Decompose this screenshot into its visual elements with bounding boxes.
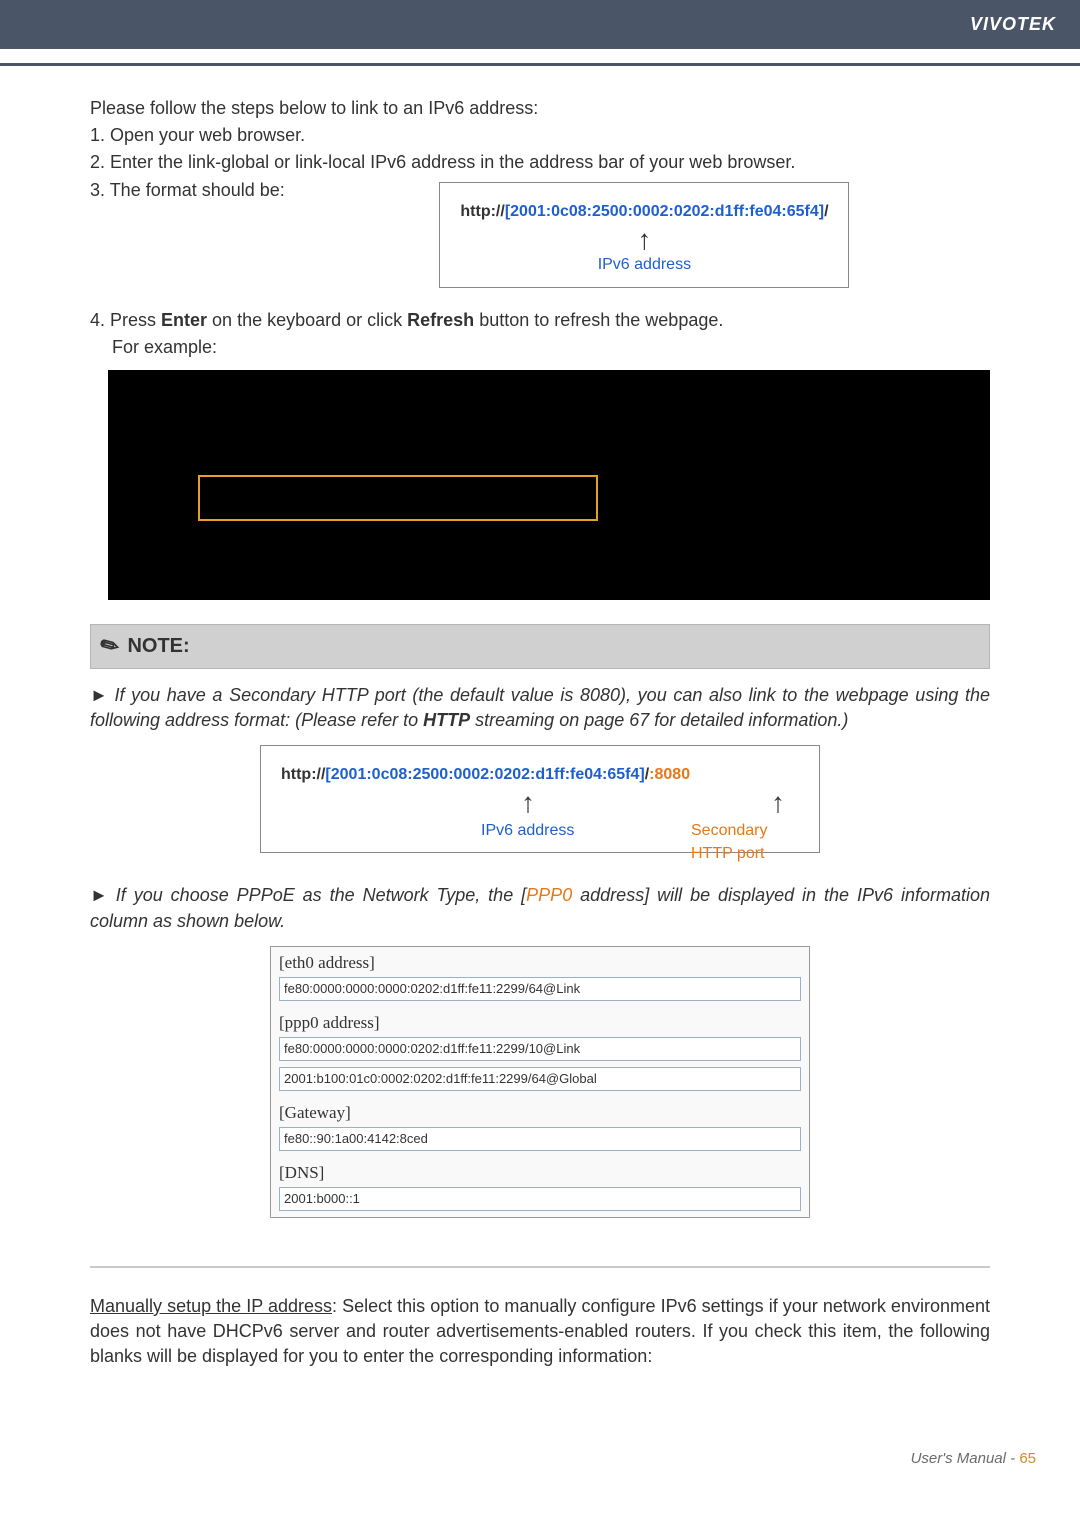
brand-header: VIVOTEK: [0, 0, 1080, 49]
note-paragraph-2: ► If you choose PPPoE as the Network Typ…: [90, 883, 990, 933]
address-bar-highlight: [198, 475, 598, 521]
step-4-example: For example:: [90, 335, 990, 360]
url-diagram-2: http://[2001:0c08:2500:0002:0202:d1ff:fe…: [260, 745, 820, 853]
url1-text: http://[2001:0c08:2500:0002:0202:d1ff:fe…: [460, 201, 828, 223]
url1-label: IPv6 address: [460, 254, 828, 276]
gateway-label: [Gateway]: [271, 1097, 809, 1125]
ppp0-label: [ppp0 address]: [271, 1007, 809, 1035]
arrow-up-icon: ↑: [771, 790, 785, 815]
eth0-value: fe80:0000:0000:0000:0202:d1ff:fe11:2299/…: [279, 977, 801, 1001]
footer-label: User's Manual -: [911, 1450, 1020, 1467]
url1-suffix: /: [824, 203, 828, 220]
gateway-value: fe80::90:1a00:4142:8ced: [279, 1127, 801, 1151]
footer-page-number: 65: [1019, 1450, 1036, 1467]
pencil-icon: ✎: [95, 628, 126, 664]
url1-prefix: http://: [460, 203, 504, 220]
step-2: 2. Enter the link-global or link-local I…: [90, 150, 990, 175]
section-divider: [90, 1266, 990, 1268]
ppp0-value-2: 2001:b100:01c0:0002:0202:d1ff:fe11:2299/…: [279, 1067, 801, 1091]
example-screenshot: [108, 370, 990, 600]
arrow-up-icon: ↑: [521, 790, 535, 815]
step-1: 1. Open your web browser.: [90, 123, 990, 148]
brand-name: VIVOTEK: [970, 14, 1056, 34]
url1-addr: [2001:0c08:2500:0002:0202:d1ff:fe04:65f4…: [505, 203, 824, 220]
url2-text: http://[2001:0c08:2500:0002:0202:d1ff:fe…: [281, 764, 799, 786]
url2-prefix: http://: [281, 766, 325, 783]
dns-value: 2001:b000::1: [279, 1187, 801, 1211]
note-paragraph-1: ► If you have a Secondary HTTP port (the…: [90, 683, 990, 733]
eth0-label: [eth0 address]: [271, 947, 809, 975]
note-title: NOTE:: [127, 632, 189, 660]
manual-head: Manually setup the IP address: [90, 1296, 332, 1316]
step-4: 4. Press Enter on the keyboard or click …: [90, 308, 990, 333]
url2-port: :8080: [649, 766, 690, 783]
manual-setup-paragraph: Manually setup the IP address: Select th…: [90, 1294, 990, 1370]
url2-addr: [2001:0c08:2500:0002:0202:d1ff:fe04:65f4…: [325, 766, 644, 783]
intro-text: Please follow the steps below to link to…: [90, 96, 990, 121]
dns-label: [DNS]: [271, 1157, 809, 1185]
ipv6-info-panel: [eth0 address] fe80:0000:0000:0000:0202:…: [270, 946, 810, 1218]
url2-label-ipv6: IPv6 address: [481, 820, 574, 842]
arrow-up-icon: ↑: [637, 227, 651, 252]
page-footer: User's Manual - 65: [0, 1390, 1080, 1497]
step-3: 3. The format should be:: [90, 178, 285, 203]
url-diagram-1: http://[2001:0c08:2500:0002:0202:d1ff:fe…: [439, 182, 849, 288]
ppp0-value-1: fe80:0000:0000:0000:0202:d1ff:fe11:2299/…: [279, 1037, 801, 1061]
note-heading-box: ✎ NOTE:: [90, 624, 990, 669]
url2-label-port: Secondary HTTP port: [691, 820, 799, 865]
